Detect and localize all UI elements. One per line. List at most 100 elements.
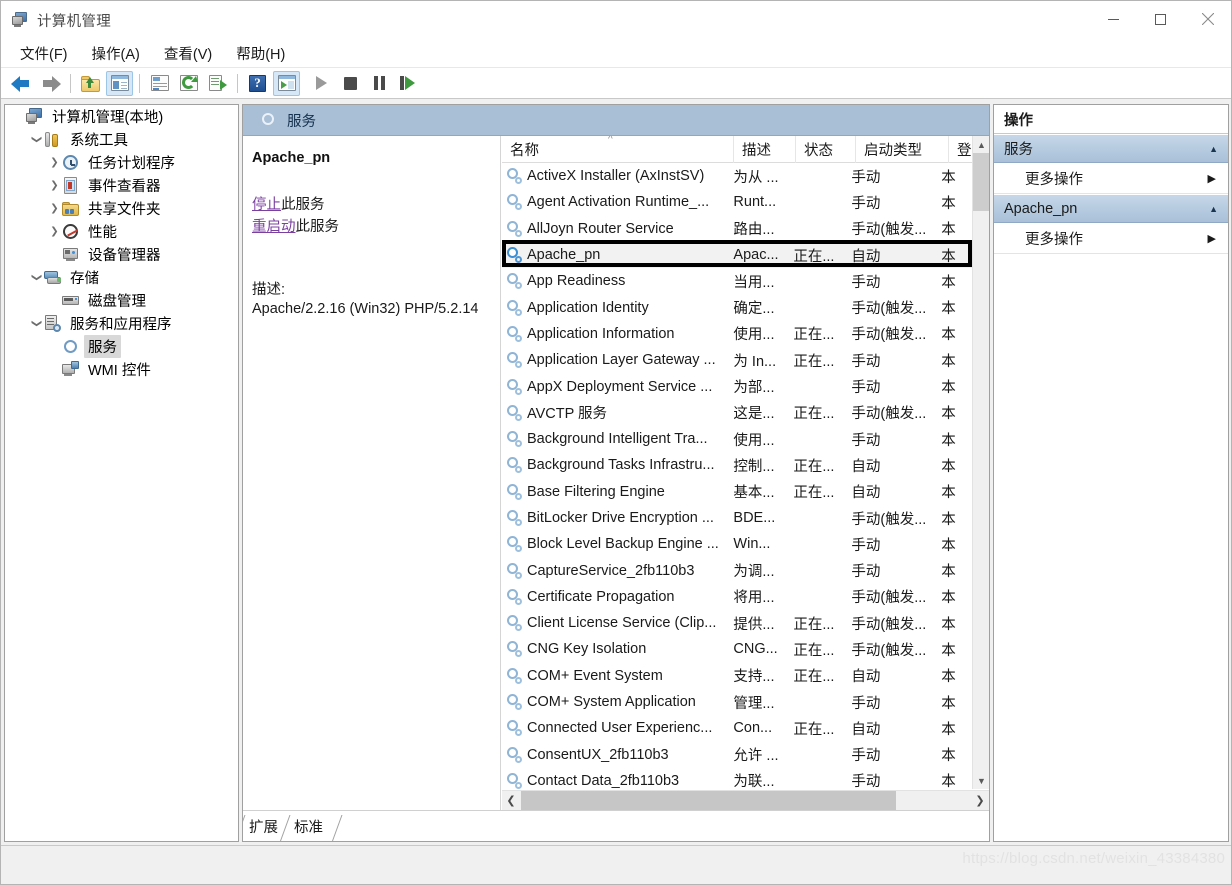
table-row[interactable]: Background Tasks Infrastru... 控制... 正在... 自… — [502, 452, 972, 478]
table-row[interactable]: Base Filtering Engine 基本... 正在... 自动 本 — [502, 479, 972, 505]
table-row[interactable]: AppX Deployment Service ... 为部... 手动 本 — [502, 373, 972, 399]
tree-item-3[interactable]: ❯ 事件查看器 — [5, 174, 238, 197]
scroll-right-icon[interactable]: ❯ — [971, 791, 989, 810]
tree-item-1[interactable]: ❯ 系统工具 — [5, 128, 238, 151]
service-name-label: Base Filtering Engine — [527, 483, 665, 500]
chevron-right-icon[interactable]: ❯ — [47, 174, 62, 197]
table-row[interactable]: CNG Key Isolation CNG... 正在... 手动(触发... 本 — [502, 636, 972, 662]
table-row[interactable]: COM+ Event System 支持... 正在... 自动 本 — [502, 663, 972, 689]
tree-item-8[interactable]: 磁盘管理 — [5, 289, 238, 312]
chevron-right-icon[interactable]: ❯ — [47, 151, 62, 174]
table-row[interactable]: AllJoyn Router Service 路由... 手动(触发... 本 — [502, 216, 972, 242]
tree-item-2[interactable]: ❯ 任务计划程序 — [5, 151, 238, 174]
refresh-button[interactable] — [175, 71, 202, 96]
scroll-down-icon[interactable]: ▼ — [973, 772, 989, 789]
tree-item-6[interactable]: 设备管理器 — [5, 243, 238, 266]
table-row[interactable]: Agent Activation Runtime_... Runt... 手动 本 — [502, 189, 972, 215]
actions-group-apache-header[interactable]: Apache_pn ▲ — [994, 194, 1228, 223]
table-row[interactable]: Certificate Propagation 将用... 手动(触发... 本 — [502, 584, 972, 610]
tab-standard[interactable]: 标准 — [280, 815, 333, 841]
restart-service-button[interactable] — [395, 71, 422, 96]
cell-logon-as: 本 — [941, 169, 956, 186]
column-header-0[interactable]: 名称 ^ — [502, 136, 734, 163]
cell-service-name: Background Tasks Infrastru... — [502, 457, 725, 474]
menu-help[interactable]: 帮助(H) — [226, 40, 295, 67]
stop-service-link[interactable]: 停止 — [252, 197, 281, 213]
actions-more-actions-apache[interactable]: 更多操作 ▶ — [994, 223, 1228, 254]
table-row[interactable]: COM+ System Application 管理... 手动 本 — [502, 689, 972, 715]
close-button[interactable] — [1184, 1, 1231, 37]
pause-service-button[interactable] — [366, 71, 393, 96]
service-gear-icon — [506, 247, 522, 264]
actions-more-actions-services[interactable]: 更多操作 ▶ — [994, 163, 1228, 194]
table-row[interactable]: Application Layer Gateway ... 为 In... 正在..… — [502, 347, 972, 373]
tree-item-5[interactable]: ❯ 性能 — [5, 220, 238, 243]
tree-item-9[interactable]: ❯ 服务和应用程序 — [5, 312, 238, 335]
table-row[interactable]: CaptureService_2fb110b3 为调... 手动 本 — [502, 557, 972, 583]
cell-description: 这是... — [733, 406, 775, 423]
table-row[interactable]: Apache_pn Apac... 正在... 自动 本 — [502, 241, 972, 269]
menu-file[interactable]: 文件(F) — [10, 40, 78, 67]
help-button[interactable]: ? — [244, 71, 271, 96]
back-button[interactable] — [8, 71, 35, 96]
table-row[interactable]: Application Identity 确定... 手动(触发... 本 — [502, 294, 972, 320]
chevron-up-icon[interactable]: ▲ — [1209, 144, 1218, 154]
table-row[interactable]: AVCTP 服务 这是... 正在... 手动(触发... 本 — [502, 400, 972, 426]
chevron-right-icon[interactable]: ❯ — [47, 197, 62, 220]
cell-startup-type: 手动 — [851, 537, 881, 554]
up-one-level-button[interactable] — [77, 71, 104, 96]
tree-item-4[interactable]: ❯ 共享文件夹 — [5, 197, 238, 220]
list-rows: ActiveX Installer (AxInstSV) 为从 ... 手动本 Age… — [502, 163, 972, 789]
table-row[interactable]: Application Information 使用... 正在... 手动(触发..… — [502, 321, 972, 347]
horizontal-scroll-thumb[interactable] — [521, 791, 896, 810]
service-gear-icon — [506, 510, 522, 526]
tree-item-7[interactable]: ❯ 存储 — [5, 266, 238, 289]
table-row[interactable]: Contact Data_2fb110b3 为联... 手动 本 — [502, 768, 972, 789]
menu-view[interactable]: 查看(V) — [154, 40, 222, 67]
table-row[interactable]: Client License Service (Clip... 提供... 正在..… — [502, 610, 972, 636]
column-header-1[interactable]: 描述 — [734, 136, 796, 163]
scroll-left-icon[interactable]: ❮ — [502, 791, 520, 810]
table-row[interactable]: Block Level Backup Engine ... Win... 手动 本 — [502, 531, 972, 557]
tree-item-11[interactable]: WMI 控件 — [5, 358, 238, 381]
list-vertical-scrollbar[interactable]: ▲ ▼ — [972, 136, 989, 789]
cell-startup-type: 自动 — [851, 669, 881, 686]
chevron-right-icon[interactable]: ❯ — [47, 220, 62, 243]
menu-action[interactable]: 操作(A) — [82, 40, 150, 67]
cell-status: 正在... — [793, 642, 835, 659]
service-name-label: AllJoyn Router Service — [527, 220, 674, 237]
maximize-button[interactable] — [1137, 1, 1184, 37]
restart-service-link[interactable]: 重启动 — [252, 219, 296, 235]
cell-startup-type: 手动 — [851, 564, 881, 581]
start-service-button[interactable] — [308, 71, 335, 96]
actions-group-services-header[interactable]: 服务 ▲ — [994, 134, 1228, 163]
cell-startup-type: 手动(触发... — [851, 301, 927, 318]
list-horizontal-scrollbar[interactable]: ❮ ❯ — [502, 790, 989, 810]
table-row[interactable]: Connected User Experienc... Con... 正在... 自动… — [502, 715, 972, 741]
show-hide-action-pane-button[interactable] — [273, 70, 300, 96]
services-icon — [62, 338, 79, 355]
column-header-3[interactable]: 启动类型 — [856, 136, 949, 163]
show-hide-console-tree-button[interactable] — [106, 70, 133, 96]
cell-description: 将用... — [733, 590, 775, 607]
minimize-button[interactable] — [1090, 1, 1137, 37]
cell-service-name: ActiveX Installer (AxInstSV) — [502, 168, 725, 185]
stop-service-button[interactable] — [337, 71, 364, 96]
tree-item-10[interactable]: 服务 — [5, 335, 238, 358]
chevron-right-icon: ▶ — [1207, 232, 1216, 245]
table-row[interactable]: BitLocker Drive Encryption ... BDE... 手动(触… — [502, 505, 972, 531]
scroll-up-icon[interactable]: ▲ — [973, 136, 989, 153]
column-header-2[interactable]: 状态 — [796, 136, 856, 163]
cell-description: 允许 ... — [733, 748, 779, 765]
export-list-button[interactable] — [204, 71, 231, 96]
table-row[interactable]: ActiveX Installer (AxInstSV) 为从 ... 手动 本 — [502, 163, 972, 189]
table-row[interactable]: Background Intelligent Tra... 使用... 手动 本 — [502, 426, 972, 452]
properties-button[interactable] — [146, 71, 173, 96]
chevron-up-icon[interactable]: ▲ — [1209, 204, 1218, 214]
forward-button[interactable] — [37, 71, 64, 96]
table-row[interactable]: App Readiness 当用... 手动 本 — [502, 268, 972, 294]
vertical-scroll-thumb[interactable] — [973, 153, 989, 211]
services-apps-icon — [44, 315, 61, 332]
tree-item-0[interactable]: 计算机管理(本地) — [5, 105, 238, 128]
table-row[interactable]: ConsentUX_2fb110b3 允许 ... 手动 本 — [502, 742, 972, 768]
